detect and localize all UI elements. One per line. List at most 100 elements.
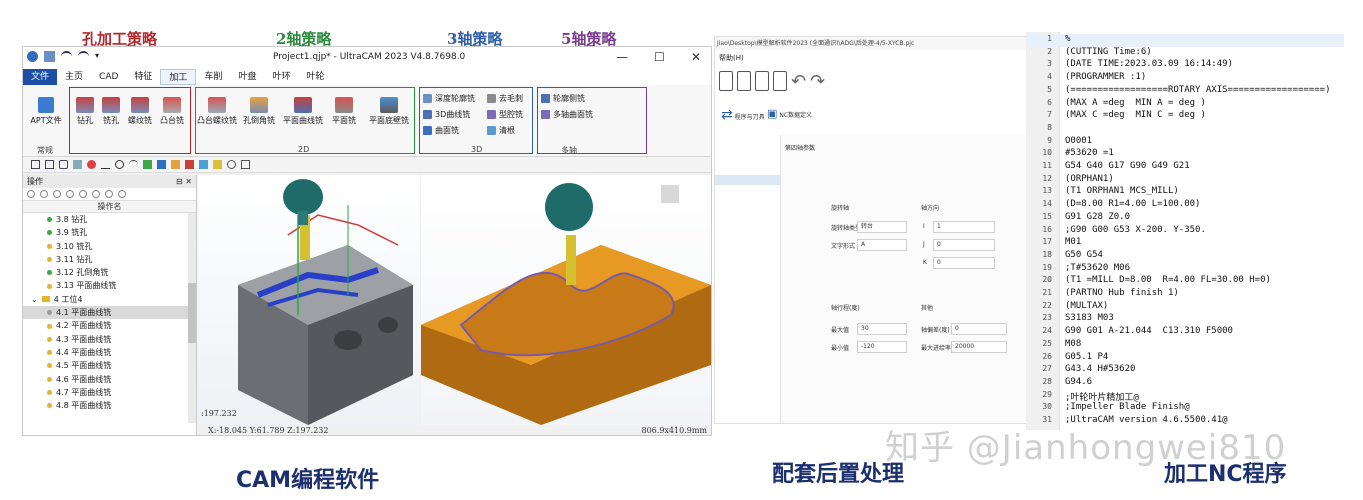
operations-scrollbar[interactable]	[188, 213, 196, 423]
zoom-fit-icon[interactable]	[241, 160, 250, 169]
measure-icon[interactable]	[213, 160, 222, 169]
depth-contour-tool[interactable]: 深度轮廓铣	[423, 93, 475, 104]
undo-icon[interactable]	[61, 51, 72, 62]
save-icon[interactable]	[44, 51, 55, 62]
menu-machining[interactable]: 加工	[160, 69, 197, 85]
min-input[interactable]: -120	[857, 341, 907, 353]
op-post-icon[interactable]	[79, 190, 87, 198]
op-verify-icon[interactable]	[53, 190, 61, 198]
face-mill-button[interactable]: 平面铣	[329, 97, 359, 126]
menu-file[interactable]: 文件	[23, 69, 58, 85]
panel-pin-close-icon[interactable]: ⊟ ✕	[176, 175, 192, 188]
list-item[interactable]: 3.13 平面曲线铣	[23, 279, 196, 292]
planar-curve-button[interactable]: 平面曲线铣	[281, 97, 325, 126]
swarf-tool[interactable]: 轮廓侧铣	[541, 93, 585, 104]
curve-3d-tool[interactable]: 3D曲线铣	[423, 109, 470, 120]
line-icon[interactable]	[101, 160, 110, 169]
undo-icon[interactable]: ↶	[791, 71, 806, 92]
scrollbar-thumb[interactable]	[188, 283, 196, 343]
menu-impeller[interactable]: 叶轮	[298, 69, 332, 85]
app-logo-icon[interactable]	[27, 51, 38, 62]
apt-file-button[interactable]: APT文件	[27, 97, 65, 126]
redo-icon[interactable]: ↷	[810, 71, 825, 92]
customize-icon[interactable]: ▾	[95, 51, 106, 62]
menu-home[interactable]: 主页	[57, 69, 91, 85]
save-icon[interactable]	[755, 71, 769, 91]
op-info-icon[interactable]	[118, 190, 126, 198]
toolpath-icon[interactable]	[185, 160, 194, 169]
op-delete-icon[interactable]	[105, 190, 113, 198]
list-item[interactable]: 4.7 平面曲线铣	[23, 386, 196, 399]
multiaxis-surface-tool[interactable]: 多轴曲面铣	[541, 109, 593, 120]
view-front-icon[interactable]	[31, 160, 40, 169]
redo-icon[interactable]	[78, 51, 89, 62]
copy-icon[interactable]	[773, 71, 787, 91]
text-form-input[interactable]: A	[857, 239, 907, 251]
list-item[interactable]: 3.9 铣孔	[23, 226, 196, 239]
group-row[interactable]: ⌄ 4 工位4	[23, 293, 196, 306]
list-item[interactable]: 4.1 平面曲线铣	[23, 306, 196, 320]
solid-blue-icon[interactable]	[157, 160, 166, 169]
j-input[interactable]: 0	[933, 239, 995, 251]
viewport-simulation[interactable]	[421, 175, 711, 425]
op-sim-icon[interactable]	[66, 190, 74, 198]
boss-thread-mill-button[interactable]: 凸台螺纹铣	[197, 97, 237, 126]
floor-wall-button[interactable]: 平面底壁铣	[365, 97, 413, 126]
op-stop-icon[interactable]	[40, 190, 48, 198]
list-item[interactable]: 4.5 平面曲线铣	[23, 359, 196, 372]
rot-type-select[interactable]: 转台	[857, 221, 907, 233]
solid-green-icon[interactable]	[143, 160, 152, 169]
tab-program-tool[interactable]: ⇄ 程序与刀具	[721, 107, 765, 123]
circle-icon[interactable]	[115, 160, 124, 169]
list-item[interactable]: 4.8 平面曲线铣	[23, 399, 196, 412]
view-iso-icon[interactable]	[59, 160, 68, 169]
view-shade-icon[interactable]	[73, 160, 82, 169]
list-item[interactable]: 3.12 孔倒角铣	[23, 266, 196, 279]
list-item[interactable]: 4.3 平面曲线铣	[23, 333, 196, 346]
point-icon[interactable]	[87, 160, 96, 169]
view-cube-icon[interactable]	[661, 185, 679, 203]
max-input[interactable]: 30	[857, 323, 907, 335]
menu-blisk[interactable]: 叶盘	[230, 69, 264, 85]
op-gen-icon[interactable]	[27, 190, 35, 198]
menu-cad[interactable]: CAD	[91, 69, 126, 85]
boss-mill-button[interactable]: 凸台铣	[157, 97, 187, 126]
pencil-tool[interactable]: 清根	[487, 125, 515, 136]
menu-feature[interactable]: 特征	[126, 69, 160, 85]
list-item[interactable]: 3.8 钻孔	[23, 213, 196, 226]
menu-blade-ring[interactable]: 叶环	[264, 69, 298, 85]
maximize-button[interactable]: ☐	[654, 50, 665, 64]
drill-button[interactable]: 钻孔	[73, 97, 97, 126]
tab-nc-data[interactable]: ▣ NC数据定义	[767, 107, 812, 120]
pocket-tool[interactable]: 型腔铣	[487, 109, 523, 120]
code-line[interactable]: 1%	[1026, 34, 1344, 47]
deburr-tool[interactable]: 去毛刺	[487, 93, 523, 104]
tolerance-input[interactable]: 0	[951, 323, 1007, 335]
open-icon[interactable]	[737, 71, 751, 91]
thread-mill-button[interactable]: 螺纹铣	[125, 97, 155, 126]
menu-turning[interactable]: 车削	[196, 69, 230, 85]
expand-icon[interactable]: ⌄	[31, 293, 38, 306]
k-input[interactable]: 0	[933, 257, 995, 269]
i-input[interactable]: 1	[933, 221, 995, 233]
viewport-part[interactable]	[198, 175, 420, 425]
arc-icon[interactable]	[129, 160, 138, 169]
simulate-icon[interactable]	[199, 160, 208, 169]
list-item[interactable]: 4.4 平面曲线铣	[23, 346, 196, 359]
list-item[interactable]: 4.2 平面曲线铣	[23, 319, 196, 332]
nc-program-editor[interactable]: 1% 2 (CUTTING Time:6) 3 (DATE TIME:2023.03.0…	[1026, 32, 1344, 430]
nav-selected-row[interactable]	[715, 175, 780, 185]
list-item[interactable]: 4.6 平面曲线铣	[23, 373, 196, 386]
view-top-icon[interactable]	[45, 160, 54, 169]
new-icon[interactable]	[719, 71, 733, 91]
solid-orange-icon[interactable]	[171, 160, 180, 169]
surface-mill-tool[interactable]: 曲面铣	[423, 125, 459, 136]
menu-help[interactable]: 帮助(H)	[719, 53, 744, 63]
zoom-icon[interactable]	[227, 160, 236, 169]
max-feed-input[interactable]: 20000	[951, 341, 1007, 353]
close-button[interactable]: ✕	[691, 50, 701, 64]
op-list-icon[interactable]	[92, 190, 100, 198]
list-item[interactable]: 3.10 铣孔	[23, 240, 196, 253]
hole-chamfer-button[interactable]: 孔倒角铣	[241, 97, 277, 126]
minimize-button[interactable]: —	[616, 50, 628, 64]
